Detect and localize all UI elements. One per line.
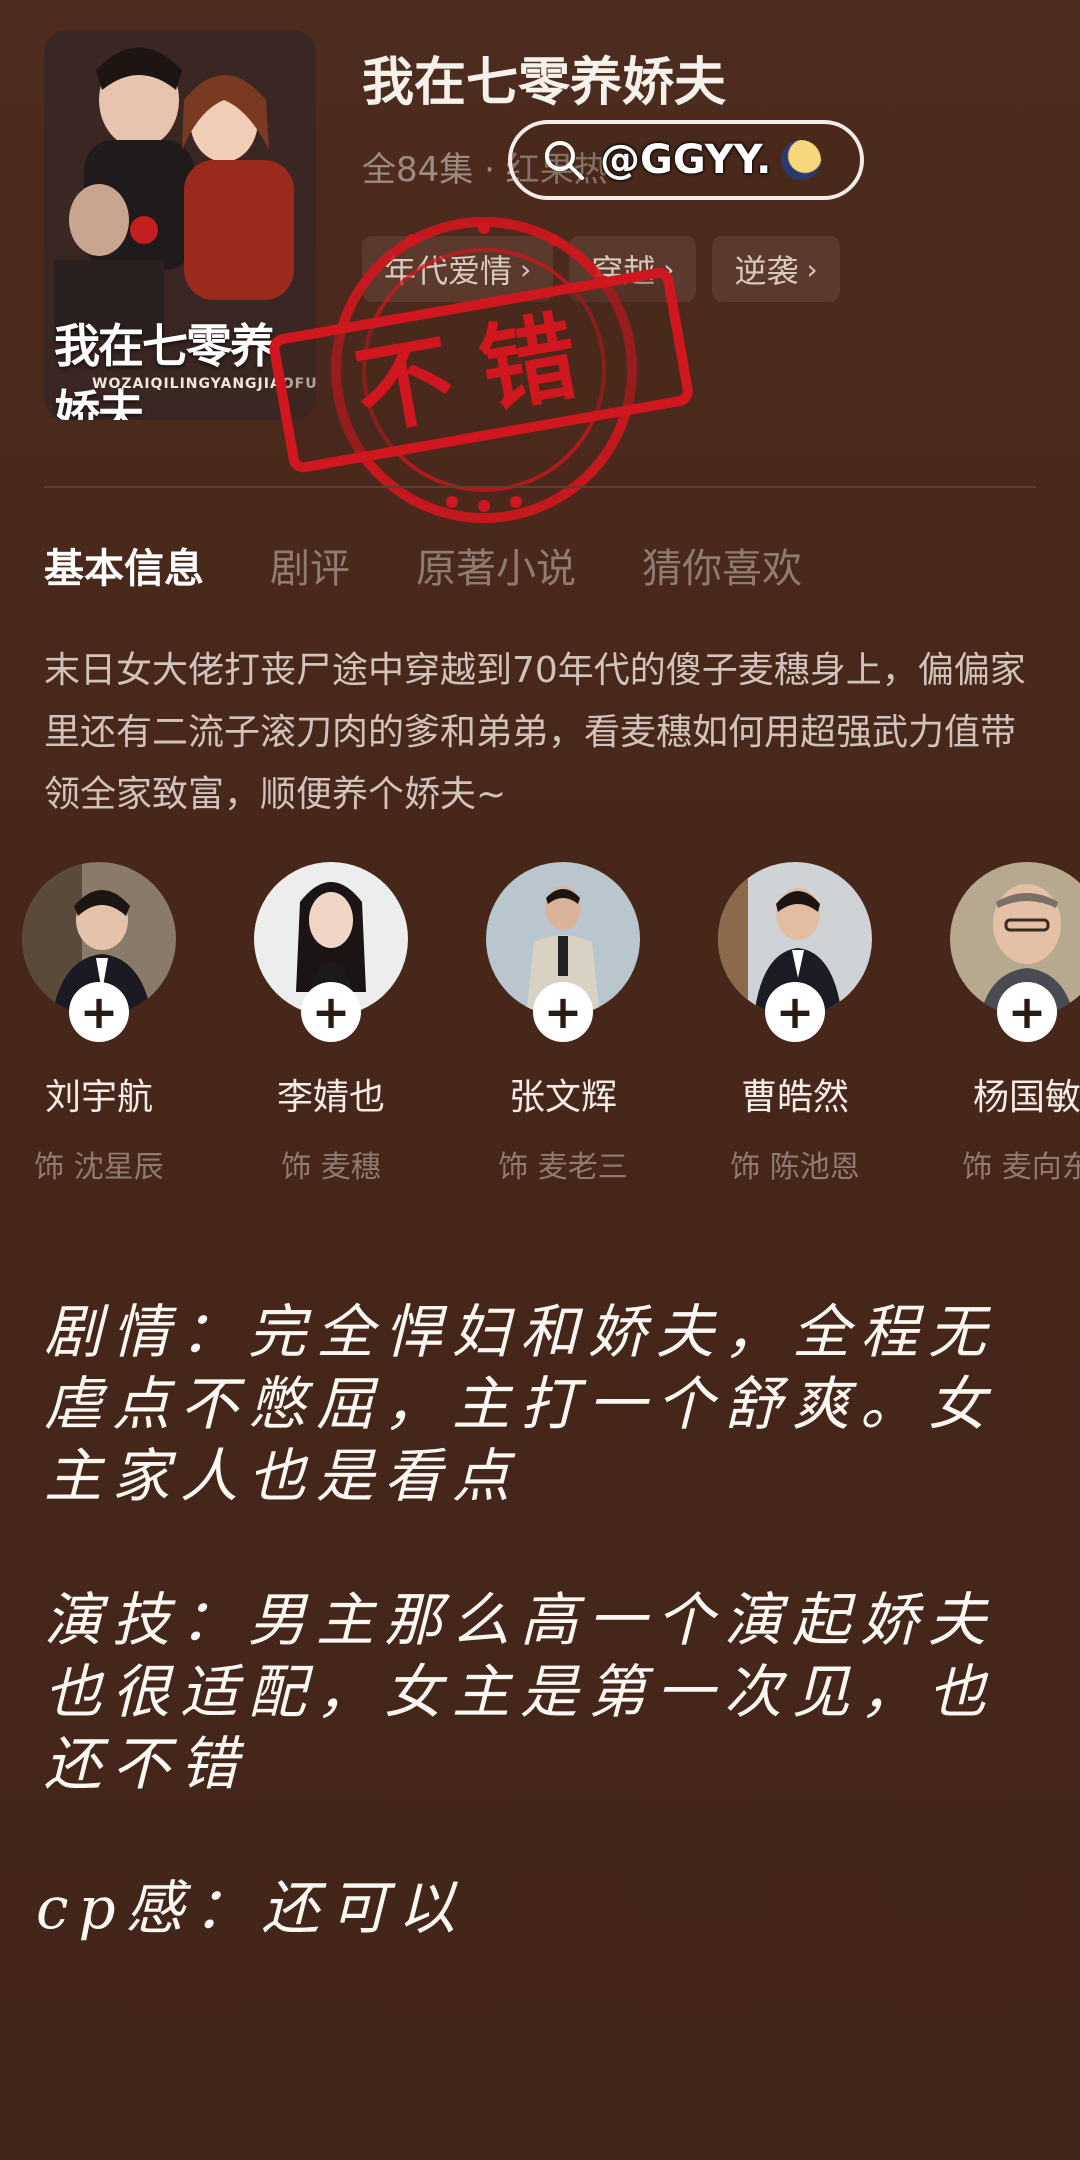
cast-member[interactable]: + 李婧也 饰 麦穗 [254,862,408,1186]
cast-role: 饰 麦穗 [281,1150,381,1185]
cast-member[interactable]: + 杨国敏 饰 麦向东 [950,862,1080,1186]
chevron-right-icon: › [663,252,675,286]
cast-name: 李婧也 [276,1077,385,1118]
cast-name: 张文辉 [508,1077,617,1118]
follow-plus-icon[interactable]: + [533,982,593,1042]
cast-name: 曹皓然 [740,1077,849,1118]
cover-pinyin-text: WOZAIQILINGYANGJIAOFU [92,376,316,392]
review-plot: 剧情：完全悍妇和娇夫，全程无虐点不憋屈，主打一个舒爽。女主家人也是看点 [44,1298,997,1510]
tab-reviews[interactable]: 剧评 [270,536,350,594]
cast-role: 饰 麦向东 [962,1150,1080,1185]
review-cp: cp感：还可以 [36,1874,466,1942]
chevron-right-icon: › [520,252,532,286]
search-icon [545,141,584,180]
follow-plus-icon[interactable]: + [301,982,361,1042]
moon-emoji-icon [781,140,822,180]
watermark-handle: @GGYY. [600,137,772,183]
synopsis-text: 末日女大佬打丧尸途中穿越到70年代的傻子麦穗身上，偏偏家里还有二流子滚刀肉的爹和… [44,650,1026,815]
cast-role: 饰 麦老三 [498,1150,628,1185]
tab-original-novel[interactable]: 原著小说 [416,536,576,594]
cast-member[interactable]: + 刘宇航 饰 沈星辰 [22,862,176,1186]
cover-title-text: 我在七零养娇夫 [54,319,276,420]
follow-plus-icon[interactable]: + [69,982,129,1042]
tag-label: 逆袭 [734,252,799,290]
follow-plus-icon[interactable]: + [997,982,1057,1042]
tag-comeback[interactable]: 逆袭 › [712,236,840,302]
cast-member[interactable]: + 张文辉 饰 麦老三 [486,862,640,1186]
cast-member[interactable]: + 曹皓然 饰 陈池恩 [718,862,872,1186]
cast-name: 杨国敏 [972,1077,1080,1118]
tag-time-travel[interactable]: 穿越 › [569,236,697,302]
tag-romance-era[interactable]: 年代爱情 › [362,236,554,302]
tag-list: 年代爱情 › 穿越 › 逆袭 › [362,236,840,302]
chevron-right-icon: › [806,252,818,286]
tab-recommendations[interactable]: 猜你喜欢 [642,536,802,594]
tag-label: 穿越 [591,252,656,290]
user-watermark: @GGYY. [508,120,864,200]
header-divider [44,486,1036,488]
cast-name: 刘宇航 [44,1077,153,1118]
tab-basic-info[interactable]: 基本信息 [44,536,204,594]
follow-plus-icon[interactable]: + [765,982,825,1042]
cast-role: 饰 沈星辰 [34,1150,164,1185]
cast-list: + 刘宇航 饰 沈星辰 + 李婧也 饰 麦穗 + 张文辉 饰 麦老三 + 曹皓然… [22,862,1080,1186]
stamp-text: 不错 [347,294,615,449]
cast-role: 饰 陈池恩 [730,1150,860,1185]
drama-cover-poster[interactable]: 我在七零养娇夫 WOZAIQILINGYANGJIAOFU [44,30,316,420]
review-acting: 演技：男主那么高一个演起娇夫也很适配，女主是第一次见，也还不错 [44,1586,997,1798]
tag-label: 年代爱情 [384,252,513,290]
handwritten-review: 剧情：完全悍妇和娇夫，全程无虐点不憋屈，主打一个舒爽。女主家人也是看点 演技：男… [36,1296,1054,2016]
drama-detail-page: 我在七零养娇夫 WOZAIQILINGYANGJIAOFU 我在七零养娇夫 全8… [0,0,1080,2160]
drama-title: 我在七零养娇夫 [362,53,727,113]
info-tabs: 基本信息 剧评 原著小说 猜你喜欢 [44,536,802,594]
